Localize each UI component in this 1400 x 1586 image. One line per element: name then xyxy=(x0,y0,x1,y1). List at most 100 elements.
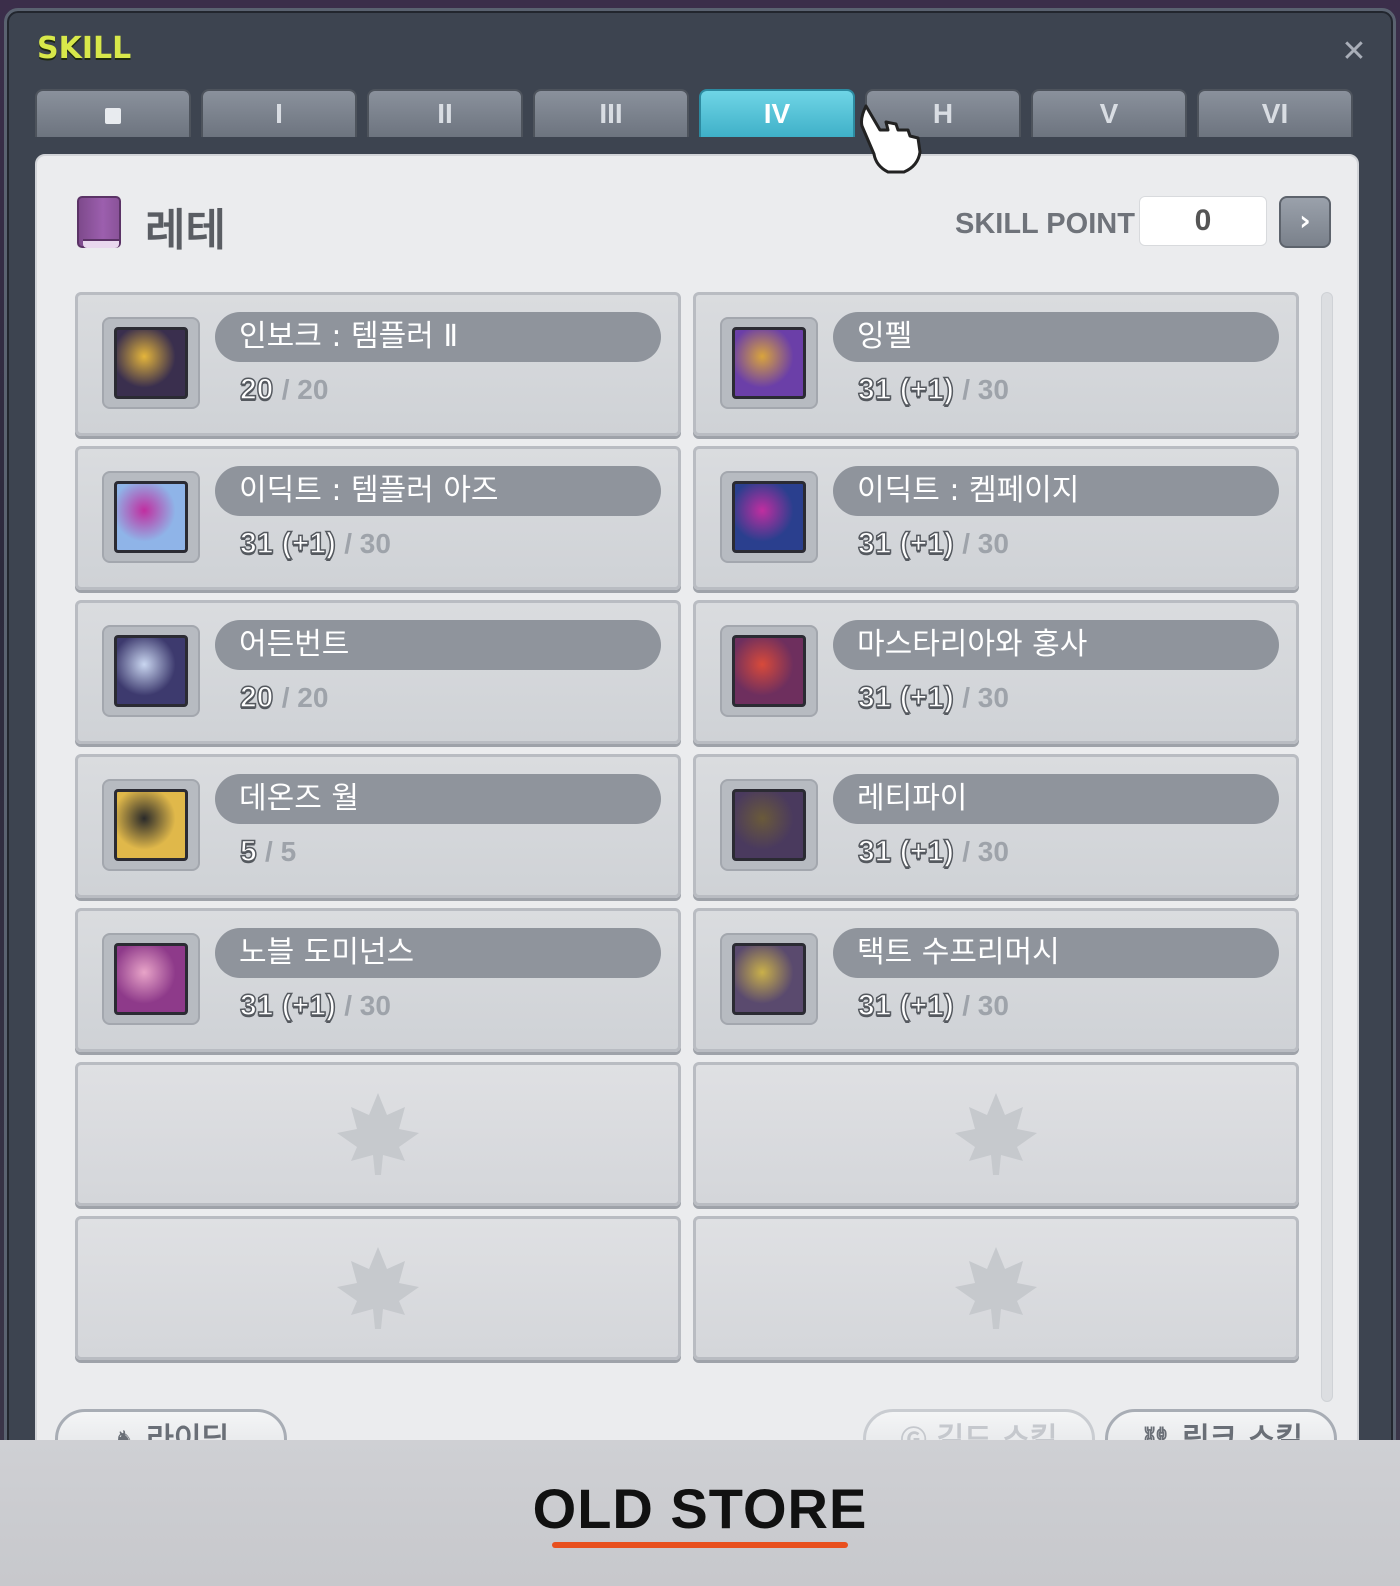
skill-level-current: 20 xyxy=(239,680,274,715)
skill-level-max: / 30 xyxy=(344,528,391,559)
skill-level-current: 5 xyxy=(239,834,257,869)
skill-level-max: / 5 xyxy=(265,836,297,867)
skill-level-max: / 30 xyxy=(962,990,1009,1021)
book-icon xyxy=(77,196,121,248)
skill-point-value: 0 xyxy=(1139,196,1267,246)
skill-level: 31 (+1) / 30 xyxy=(857,834,1009,869)
skill-level-max: / 20 xyxy=(281,682,329,713)
skill-slot[interactable]: 어든번트 20 / 20 xyxy=(75,600,681,744)
skill-icon-frame xyxy=(102,779,200,871)
skill-slot[interactable]: 데온즈 월 5 / 5 xyxy=(75,754,681,898)
skill-icon-frame xyxy=(102,471,200,563)
skill-icon[interactable] xyxy=(732,481,806,553)
skill-icon-frame xyxy=(102,317,200,409)
skill-icon-frame xyxy=(720,933,818,1025)
skill-name: 인보크 : 템플러 Ⅱ xyxy=(215,312,661,362)
skill-name: 이딕트 : 템플러 아즈 xyxy=(215,466,661,516)
scrollbar[interactable] xyxy=(1321,292,1333,1402)
skill-name: 택트 수프리머시 xyxy=(833,928,1279,978)
skill-icon[interactable] xyxy=(732,789,806,861)
next-page-button[interactable]: › xyxy=(1279,196,1331,248)
skill-icon-frame xyxy=(102,625,200,717)
job-tabs: I II III IV H V VI xyxy=(35,89,1359,139)
empty-skill-slot[interactable] xyxy=(75,1216,681,1360)
skill-level-current: 31 (+1) xyxy=(239,988,336,1023)
skill-level: 31 (+1) / 30 xyxy=(857,372,1009,407)
hand-cursor-icon xyxy=(860,104,922,174)
skill-slot[interactable]: 인보크 : 템플러 Ⅱ 20 / 20 xyxy=(75,292,681,436)
skill-level-max: / 30 xyxy=(344,990,391,1021)
skill-level-current: 31 (+1) xyxy=(857,834,954,869)
footer-text: OLD STORE xyxy=(532,1477,868,1540)
maple-leaf-icon xyxy=(955,1247,1037,1329)
skill-name: 데온즈 월 xyxy=(215,774,661,824)
skill-slot[interactable]: 잉펠 31 (+1) / 30 xyxy=(693,292,1299,436)
footer-banner: OLD STORE xyxy=(0,1440,1400,1586)
job-name: 레테 xyxy=(145,205,226,256)
tab-6th[interactable]: VI xyxy=(1197,89,1353,137)
skill-slot[interactable]: 레티파이 31 (+1) / 30 xyxy=(693,754,1299,898)
skill-level-max: / 30 xyxy=(962,836,1009,867)
skill-slot[interactable]: 마스타리아와 홍사 31 (+1) / 30 xyxy=(693,600,1299,744)
skill-panel: 레테 SKILL POINT 0 › 인보크 : 템플러 Ⅱ 20 / 20 잉펠 3… xyxy=(35,154,1359,1457)
skill-level: 31 (+1) / 30 xyxy=(239,988,391,1023)
tab-5th[interactable]: V xyxy=(1031,89,1187,137)
skill-level-max: / 20 xyxy=(281,374,329,405)
empty-skill-slot[interactable] xyxy=(75,1062,681,1206)
skill-level-current: 31 (+1) xyxy=(857,988,954,1023)
maple-leaf-icon xyxy=(337,1247,419,1329)
skill-icon-frame xyxy=(720,779,818,871)
skill-name: 잉펠 xyxy=(833,312,1279,362)
skill-level-current: 31 (+1) xyxy=(239,526,336,561)
skill-level-current: 31 (+1) xyxy=(857,680,954,715)
skill-slot[interactable]: 이딕트 : 템플러 아즈 31 (+1) / 30 xyxy=(75,446,681,590)
empty-skill-slot[interactable] xyxy=(693,1216,1299,1360)
tab-beginner[interactable] xyxy=(35,89,191,137)
skill-level-max: / 30 xyxy=(962,374,1009,405)
skill-icon[interactable] xyxy=(732,635,806,707)
skill-slot[interactable]: 이딕트 : 켐페이지 31 (+1) / 30 xyxy=(693,446,1299,590)
skill-slot[interactable]: 노블 도미넌스 31 (+1) / 30 xyxy=(75,908,681,1052)
tab-3rd[interactable]: III xyxy=(533,89,689,137)
tab-4th[interactable]: IV xyxy=(699,89,855,137)
empty-skill-slot[interactable] xyxy=(693,1062,1299,1206)
skill-name: 마스타리아와 홍사 xyxy=(833,620,1279,670)
skill-level: 31 (+1) / 30 xyxy=(239,526,391,561)
maple-leaf-icon xyxy=(955,1093,1037,1175)
skill-level: 5 / 5 xyxy=(239,834,297,869)
skill-grid: 인보크 : 템플러 Ⅱ 20 / 20 잉펠 31 (+1) / 30 이딕트 : 템플… xyxy=(75,292,1301,1362)
skill-name: 레티파이 xyxy=(833,774,1279,824)
skill-icon[interactable] xyxy=(114,327,188,399)
maple-leaf-icon xyxy=(337,1093,419,1175)
skill-slot[interactable]: 택트 수프리머시 31 (+1) / 30 xyxy=(693,908,1299,1052)
skill-icon[interactable] xyxy=(732,943,806,1015)
square-icon xyxy=(105,107,121,124)
skill-icon[interactable] xyxy=(114,635,188,707)
skill-icon[interactable] xyxy=(114,789,188,861)
skill-icon[interactable] xyxy=(732,327,806,399)
skill-level-current: 20 xyxy=(239,372,274,407)
skill-level-max: / 30 xyxy=(962,528,1009,559)
skill-icon-frame xyxy=(720,471,818,563)
skill-level: 20 / 20 xyxy=(239,372,329,407)
skill-level: 20 / 20 xyxy=(239,680,329,715)
skill-level: 31 (+1) / 30 xyxy=(857,988,1009,1023)
tab-1st[interactable]: I xyxy=(201,89,357,137)
skill-level: 31 (+1) / 30 xyxy=(857,680,1009,715)
skill-name: 노블 도미넌스 xyxy=(215,928,661,978)
skill-window: SKILL ✕ I II III IV H V VI 레테 SKILL POIN… xyxy=(4,8,1396,1460)
skill-name: 이딕트 : 켐페이지 xyxy=(833,466,1279,516)
skill-icon-frame xyxy=(720,317,818,409)
footer-underline xyxy=(552,1542,848,1548)
skill-name: 어든번트 xyxy=(215,620,661,670)
close-button[interactable]: ✕ xyxy=(1339,37,1369,67)
skill-level-current: 31 (+1) xyxy=(857,526,954,561)
skill-icon[interactable] xyxy=(114,481,188,553)
tab-2nd[interactable]: II xyxy=(367,89,523,137)
skill-point-label: SKILL POINT xyxy=(955,208,1135,240)
window-title: SKILL xyxy=(37,31,132,66)
skill-icon-frame xyxy=(720,625,818,717)
skill-icon-frame xyxy=(102,933,200,1025)
skill-icon[interactable] xyxy=(114,943,188,1015)
skill-level: 31 (+1) / 30 xyxy=(857,526,1009,561)
